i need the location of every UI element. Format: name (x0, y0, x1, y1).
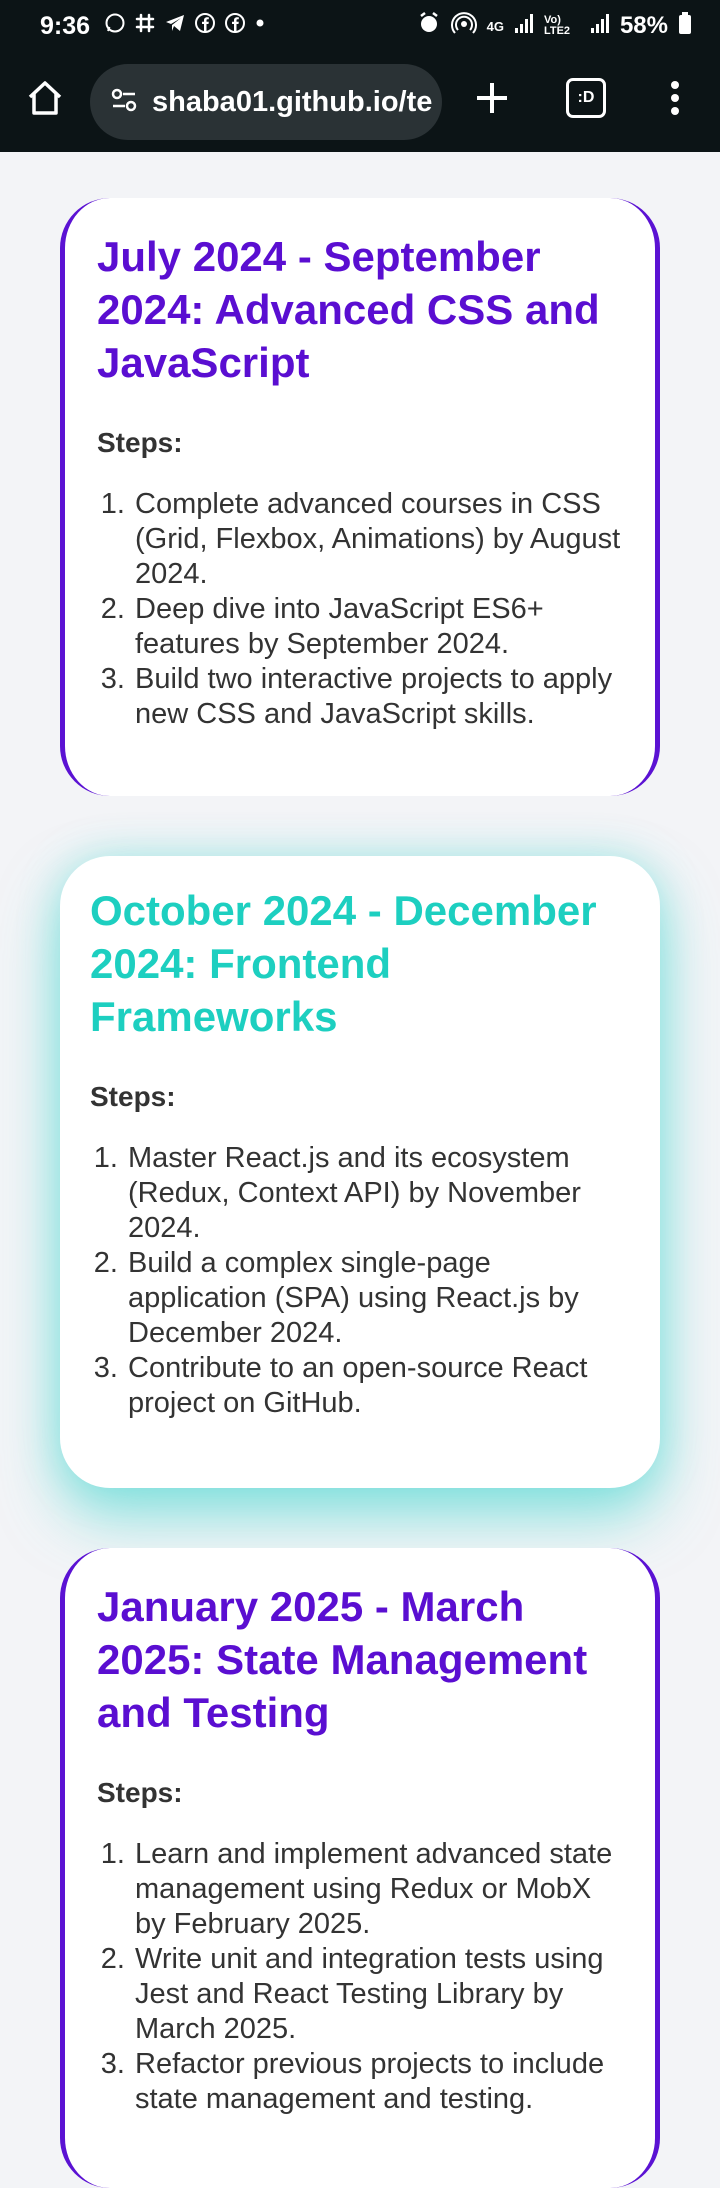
battery-percent: 58% (619, 12, 668, 39)
steps-heading: Steps: (97, 1777, 183, 1808)
volte-label: Vo) LTE2 (543, 14, 571, 37)
site-settings-icon[interactable] (110, 86, 138, 119)
step-item: Deep dive into JavaScript ES6+ features … (133, 592, 625, 662)
more-vert-icon (670, 80, 680, 121)
home-icon (25, 78, 65, 123)
card-title: January 2025 - March 2025: State Managem… (97, 1583, 588, 1736)
timeline-card: July 2024 - September 2024: Advanced CSS… (60, 198, 660, 796)
steps-heading: Steps: (97, 427, 183, 458)
address-bar[interactable]: shaba01.github.io/te (90, 64, 442, 140)
telegram-icon (164, 12, 186, 40)
tab-switcher-button[interactable]: :D (566, 78, 606, 118)
new-tab-button[interactable] (470, 78, 514, 122)
tab-count: :D (577, 89, 595, 106)
step-item: Master React.js and its ecosystem (Redux… (126, 1141, 630, 1246)
system-icons: 4G Vo) LTE2 58% (417, 11, 692, 41)
notification-icons (104, 12, 266, 40)
step-item: Refactor previous projects to include st… (133, 2047, 625, 2117)
card-title: October 2024 - December 2024: Frontend F… (90, 887, 597, 1040)
dot-icon (254, 12, 266, 40)
network-label: 4G (486, 18, 504, 34)
step-item: Build a complex single-page application … (126, 1246, 630, 1351)
steps-list: Complete advanced courses in CSS (Grid, … (97, 487, 625, 732)
steps-list: Master React.js and its ecosystem (Redux… (90, 1141, 630, 1421)
plus-icon (474, 80, 510, 121)
browser-toolbar: shaba01.github.io/te :D (0, 52, 720, 152)
signal-icon (590, 12, 610, 40)
facebook-icon (194, 12, 216, 40)
status-bar: 9:36 4G Vo) LTE2 58% (0, 0, 720, 52)
steps-list: Learn and implement advanced state manag… (97, 1837, 625, 2117)
timeline-card: January 2025 - March 2025: State Managem… (60, 1548, 660, 2188)
step-item: Build two interactive projects to apply … (133, 662, 625, 732)
step-item: Write unit and integration tests using J… (133, 1942, 625, 2047)
hotspot-icon (450, 11, 477, 41)
alarm-icon (417, 11, 441, 41)
url-text: shaba01.github.io/te (152, 85, 433, 118)
home-button[interactable] (22, 77, 68, 123)
overflow-menu-button[interactable] (660, 78, 690, 122)
timeline-card: October 2024 - December 2024: Frontend F… (60, 856, 660, 1488)
signal-icon (514, 12, 534, 40)
battery-icon (678, 11, 692, 41)
step-item: Complete advanced courses in CSS (Grid, … (133, 487, 625, 592)
step-item: Learn and implement advanced state manag… (133, 1837, 625, 1942)
whatsapp-icon (104, 12, 126, 40)
status-time: 9:36 (40, 11, 91, 40)
steps-heading: Steps: (90, 1081, 176, 1112)
step-item: Contribute to an open-source React proje… (126, 1351, 630, 1421)
slack-icon (134, 12, 156, 40)
card-title: July 2024 - September 2024: Advanced CSS… (97, 233, 600, 386)
facebook-icon (224, 12, 246, 40)
